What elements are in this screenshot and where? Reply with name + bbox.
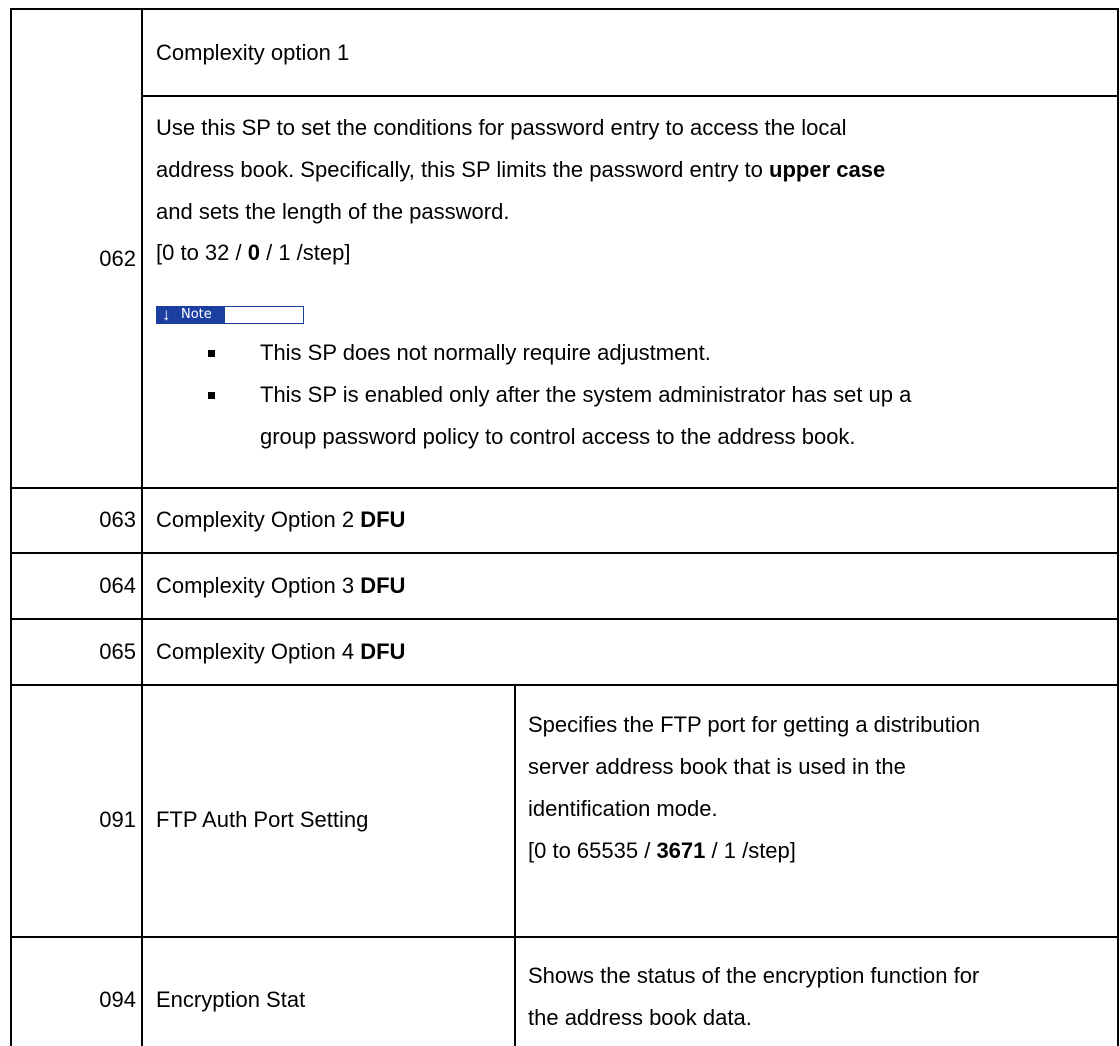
row-divider-063-064 [10, 552, 1119, 554]
sp-title-064: Complexity Option 3 DFU [156, 573, 406, 598]
table-right-border [1117, 8, 1119, 1046]
sp-number-064: 064 [99, 573, 136, 598]
sp-description-062-line3: and sets the length of the password. [156, 199, 510, 224]
row-divider-091-094 [10, 936, 1119, 938]
sp-range-091: [0 to 65535 / 3671 / 1 /step] [528, 838, 796, 863]
sp-title-065: Complexity Option 4 DFU [156, 639, 406, 664]
row-divider-062-063 [10, 487, 1119, 489]
sp-number-063: 063 [99, 507, 136, 532]
column-divider-description [514, 684, 516, 1046]
sp-number-091: 091 [99, 807, 136, 832]
sp-number-062: 062 [99, 246, 136, 271]
row-divider-title-062 [141, 95, 1119, 97]
sp-description-091-line3: identification mode. [528, 796, 718, 821]
sp-title-063: Complexity Option 2 DFU [156, 507, 406, 532]
sp-number-065: 065 [99, 639, 136, 664]
sp-description-091-line2: server address book that is used in the [528, 754, 906, 779]
sp-title-062: Complexity option 1 [156, 40, 350, 65]
sp-number-094: 094 [99, 987, 136, 1012]
note-label: Note [181, 307, 212, 322]
sp-range-062: [0 to 32 / 0 / 1 /step] [156, 240, 351, 265]
note-bullet-2-line2: group password policy to control access … [260, 424, 856, 449]
table-top-border [10, 8, 1119, 10]
note-bullet-2-line1: This SP is enabled only after the system… [260, 382, 912, 407]
sp-description-062-line2: address book. Specifically, this SP limi… [156, 157, 886, 182]
sp-description-094-line2: the address book data. [528, 1005, 752, 1030]
sp-description-091-line1: Specifies the FTP port for getting a dis… [528, 712, 981, 737]
sp-name-091: FTP Auth Port Setting [156, 807, 369, 832]
note-bullet-1: This SP does not normally require adjust… [260, 340, 711, 365]
down-arrow-icon: ↓ [162, 305, 171, 324]
column-divider-number [141, 8, 143, 1046]
sp-name-094: Encryption Stat [156, 987, 306, 1012]
bullet-marker [208, 350, 215, 357]
row-divider-065-091 [10, 684, 1119, 686]
sp-description-094-line1: Shows the status of the encryption funct… [528, 963, 980, 988]
bullet-marker [208, 392, 215, 399]
sp-description-062-line1: Use this SP to set the conditions for pa… [156, 115, 847, 140]
note-badge: ↓ Note [156, 305, 304, 324]
row-divider-064-065 [10, 618, 1119, 620]
